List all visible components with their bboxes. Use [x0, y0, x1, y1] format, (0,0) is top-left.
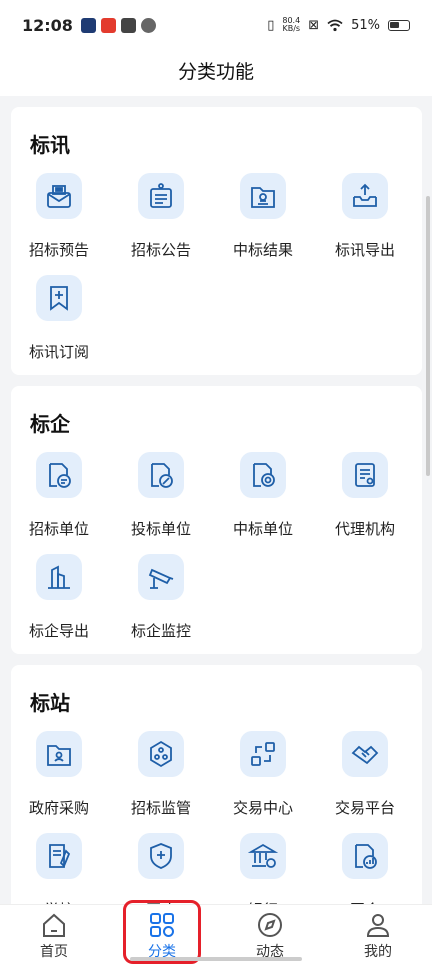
camera-monitor-icon [138, 554, 184, 600]
app-notification-icon [140, 17, 156, 33]
active-tab-highlight [123, 900, 201, 964]
item-guoqi[interactable]: 国企 [315, 833, 415, 904]
section-title: 标讯 [30, 133, 70, 157]
notice-board-icon [138, 173, 184, 219]
item-zhengfu-caigou[interactable]: 政府采购 [9, 731, 109, 818]
status-bar: 12:08 ▯ 80.4 KB/s ⊠ 51% [0, 0, 432, 50]
compass-icon [258, 913, 282, 937]
item-zhongbiao-jieguo[interactable]: 中标结果 [213, 173, 313, 260]
hexagon-nodes-icon [138, 731, 184, 777]
exchange-icon [240, 731, 286, 777]
section-card-biaozhan: 标站 政府采购 招标监管 交易中心 交易平台 [11, 665, 422, 904]
shield-cross-icon [138, 833, 184, 879]
app-notification-icon [80, 17, 96, 33]
handshake-icon [342, 731, 388, 777]
doc-gear-icon [342, 452, 388, 498]
doc-chat-icon [36, 452, 82, 498]
wifi-icon [327, 19, 343, 31]
section-title: 标站 [30, 691, 70, 715]
tab-dynamic[interactable]: 动态 [216, 905, 324, 964]
envelope-flag-icon [36, 173, 82, 219]
item-yiliao[interactable]: 医疗 [111, 833, 211, 904]
bookmark-plus-icon [36, 275, 82, 321]
item-xuexiao[interactable]: 学校 [9, 833, 109, 904]
net-speed: 80.4 KB/s [282, 16, 301, 33]
tab-home[interactable]: 首页 [0, 905, 108, 964]
sim-icon: ⊠ [308, 17, 320, 33]
item-yinhang[interactable]: 银行 [213, 833, 313, 904]
bank-icon [240, 833, 286, 879]
doc-pencil-icon [36, 833, 82, 879]
item-biaoxun-dingyue[interactable]: 标讯订阅 [9, 275, 109, 362]
item-zhaobiao-danwei[interactable]: 招标单位 [9, 452, 109, 539]
tray-upload-icon [342, 173, 388, 219]
item-zhaobiao-jianguan[interactable]: 招标监管 [111, 731, 211, 818]
doc-medal-icon [240, 452, 286, 498]
doc-chart-icon [342, 833, 388, 879]
item-jiaoyi-zhongxin[interactable]: 交易中心 [213, 731, 313, 818]
home-indicator [130, 957, 302, 961]
category-scroll-area[interactable]: 标讯 招标预告 招标公告 中标结果 标讯导出 标讯订阅 标企 招标单位 投标单位… [0, 96, 432, 904]
scrollbar[interactable] [426, 196, 430, 476]
battery-icon [388, 19, 410, 31]
item-biaoqi-daochu[interactable]: 标企导出 [9, 554, 109, 641]
item-toubiao-danwei[interactable]: 投标单位 [111, 452, 211, 539]
bottom-nav: 首页 分类 动态 我的 [0, 904, 432, 964]
folder-stamp-icon [240, 173, 286, 219]
vibrate-icon: ▯ [267, 17, 275, 33]
item-daili-jigou[interactable]: 代理机构 [315, 452, 415, 539]
buildings-icon [36, 554, 82, 600]
item-jiaoyi-pingtai[interactable]: 交易平台 [315, 731, 415, 818]
section-card-biaoxun: 标讯 招标预告 招标公告 中标结果 标讯导出 标讯订阅 [11, 107, 422, 375]
home-icon [43, 913, 65, 937]
item-biaoqi-jiankong[interactable]: 标企监控 [111, 554, 211, 641]
app-notification-icon [120, 17, 136, 33]
status-time: 12:08 [22, 15, 73, 35]
app-notification-icon [100, 17, 116, 33]
page-title: 分类功能 [0, 50, 432, 96]
tab-mine[interactable]: 我的 [324, 905, 432, 964]
battery-percent: 51% [351, 17, 380, 33]
item-biaoxun-daochu[interactable]: 标讯导出 [315, 173, 415, 260]
item-zhaobiao-yugao[interactable]: 招标预告 [9, 173, 109, 260]
item-zhaobiao-gonggao[interactable]: 招标公告 [111, 173, 211, 260]
section-card-biaoqi: 标企 招标单位 投标单位 中标单位 代理机构 标企导出 标企监控 [11, 386, 422, 654]
folder-person-icon [36, 731, 82, 777]
doc-pen-icon [138, 452, 184, 498]
section-title: 标企 [30, 412, 70, 436]
item-zhongbiao-danwei[interactable]: 中标单位 [213, 452, 313, 539]
user-icon [366, 914, 390, 937]
